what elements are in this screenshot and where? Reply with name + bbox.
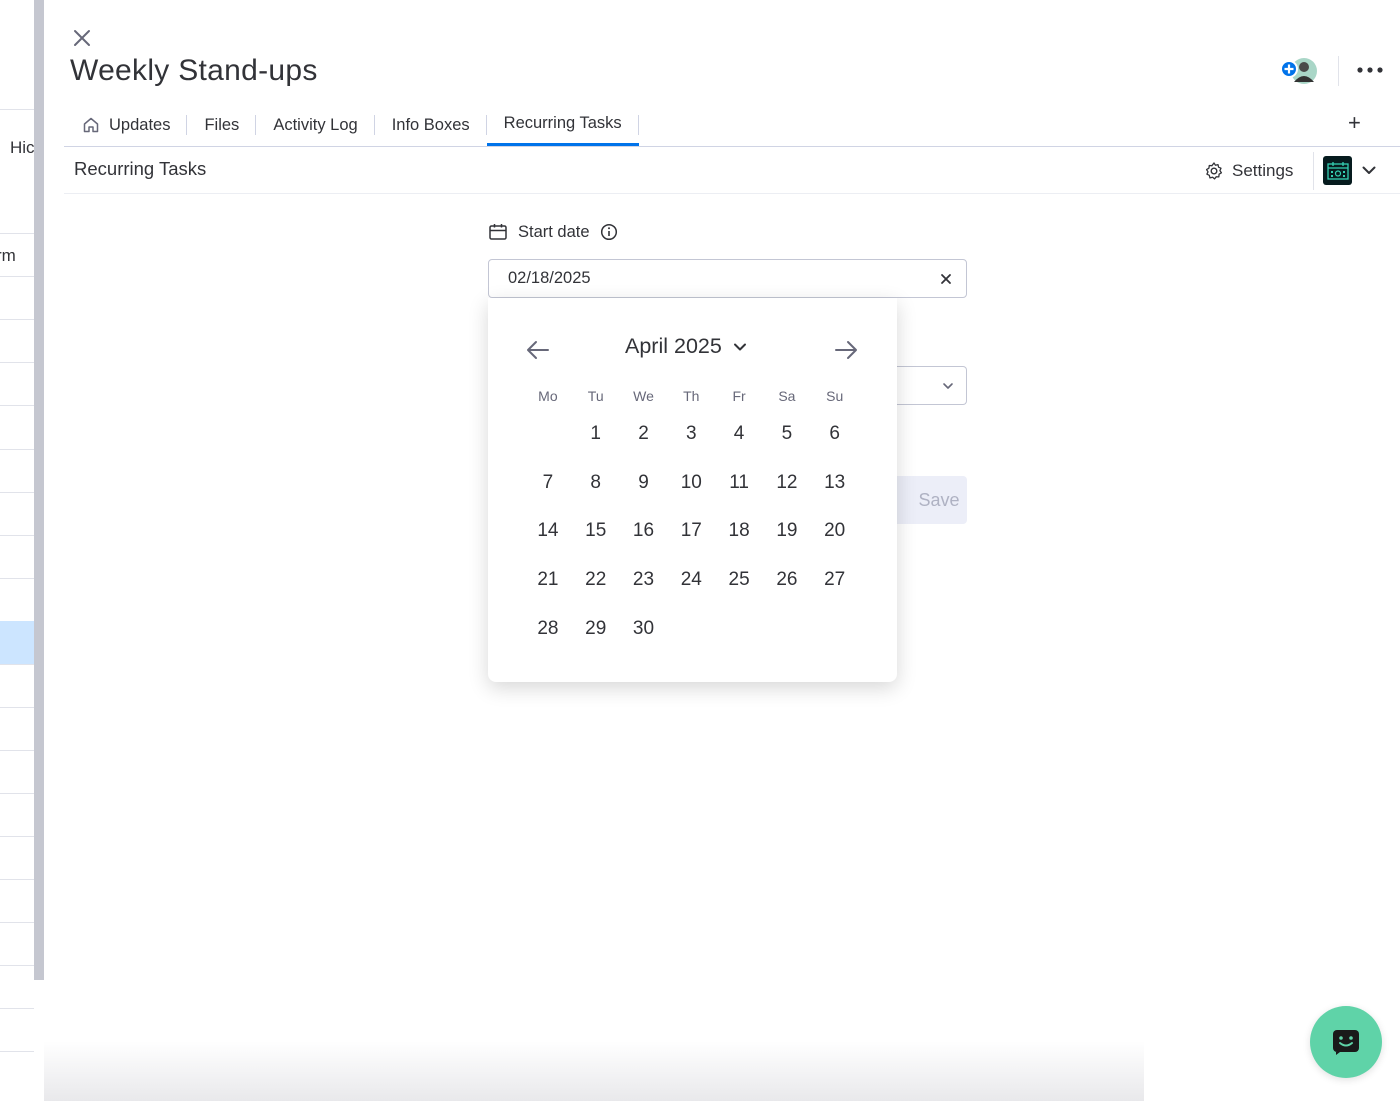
page-title: Weekly Stand-ups	[70, 54, 318, 87]
tab-bar: Updates Files Activity Log Info Boxes Re…	[70, 104, 639, 146]
calendar-day[interactable]: 14	[524, 507, 572, 556]
item-panel: Weekly Stand-ups Updates Files Activity …	[44, 0, 1400, 1101]
weekday-label: Th	[683, 388, 700, 404]
calendar-day[interactable]: 19	[763, 507, 811, 556]
smiley-chat-icon	[1331, 1028, 1361, 1056]
repeat-frequency-dropdown[interactable]	[897, 366, 967, 405]
tabs-divider	[64, 146, 1400, 147]
weekday-label: Sa	[778, 388, 796, 404]
start-date-text: Start date	[518, 222, 590, 241]
chat-assistant-button[interactable]	[1310, 1006, 1382, 1078]
tab-label: Recurring Tasks	[503, 114, 622, 132]
settings-label: Settings	[1232, 161, 1294, 180]
weekday-label: Fr	[732, 388, 746, 404]
calendar-day[interactable]: 28	[524, 604, 572, 653]
calendar-day[interactable]: 10	[667, 459, 715, 508]
section-divider	[64, 193, 1400, 194]
subscribers-avatars[interactable]	[1280, 56, 1320, 86]
clear-date-icon[interactable]	[938, 271, 954, 287]
start-date-label: Start date	[488, 222, 618, 242]
calendar-day[interactable]: 30	[620, 604, 668, 653]
calendar-day[interactable]: 18	[715, 507, 763, 556]
tab-activity-log[interactable]: Activity Log	[256, 104, 375, 146]
calendar-day[interactable]: 4	[715, 410, 763, 459]
gear-icon	[1204, 161, 1224, 181]
calendar-day[interactable]: 29	[572, 604, 620, 653]
calendar-day[interactable]: 5	[763, 410, 811, 459]
divider	[1313, 152, 1314, 190]
calendar-empty-cell	[524, 410, 572, 459]
calendar-day[interactable]: 7	[524, 459, 572, 508]
calendar-day[interactable]: 3	[667, 410, 715, 459]
month-selector[interactable]: April 2025	[625, 334, 748, 359]
next-month-arrow-icon[interactable]	[832, 336, 860, 364]
month-label: April 2025	[625, 334, 722, 358]
calendar-day[interactable]: 11	[715, 459, 763, 508]
weekday-header: Mo Tu We Th Fr Sa Su	[524, 388, 859, 404]
recurring-app-icon[interactable]	[1323, 156, 1352, 185]
background-board: Hic rm	[0, 0, 34, 1101]
section-title: Recurring Tasks	[74, 158, 207, 179]
chevron-down-icon	[943, 383, 953, 389]
tab-info-boxes[interactable]: Info Boxes	[375, 104, 487, 146]
calendar-day[interactable]: 20	[811, 507, 859, 556]
more-options-icon[interactable]	[1354, 60, 1386, 80]
background-selected-row	[0, 621, 34, 664]
background-text: Hic	[10, 138, 34, 157]
calendar-day[interactable]: 21	[524, 556, 572, 605]
info-icon[interactable]	[600, 223, 618, 241]
divider	[1338, 56, 1339, 86]
calendar-day[interactable]: 9	[620, 459, 668, 508]
calendar-day[interactable]: 27	[811, 556, 859, 605]
calendar-day[interactable]: 15	[572, 507, 620, 556]
start-date-input[interactable]: 02/18/2025	[488, 259, 967, 298]
calendar-day[interactable]: 2	[620, 410, 668, 459]
calendar-day[interactable]: 22	[572, 556, 620, 605]
date-picker-popup: April 2025 Mo Tu We Th Fr Sa Su 12345678…	[488, 298, 897, 682]
settings-button[interactable]: Settings	[1204, 156, 1293, 186]
calendar-day[interactable]: 17	[667, 507, 715, 556]
calendar-day[interactable]: 1	[572, 410, 620, 459]
start-date-value: 02/18/2025	[508, 269, 591, 287]
calendar-day[interactable]: 13	[811, 459, 859, 508]
calendar-day[interactable]: 16	[620, 507, 668, 556]
calendar-day[interactable]: 8	[572, 459, 620, 508]
calendar-day[interactable]: 23	[620, 556, 668, 605]
background-text: rm	[0, 246, 16, 265]
chevron-down-icon	[732, 339, 748, 355]
weekday-label: Mo	[538, 388, 558, 404]
panel-resize-handle[interactable]	[34, 0, 44, 980]
calendar-day[interactable]: 6	[811, 410, 859, 459]
panel-bottom-shadow	[44, 1041, 1144, 1101]
calendar-day[interactable]: 25	[715, 556, 763, 605]
tab-label: Files	[204, 115, 240, 134]
calendar-icon	[488, 222, 508, 242]
calendar-day[interactable]: 24	[667, 556, 715, 605]
calendar-day[interactable]: 12	[763, 459, 811, 508]
weekday-label: Su	[826, 388, 844, 404]
tab-label: Updates	[109, 115, 171, 134]
tab-label: Activity Log	[273, 115, 358, 134]
weekday-label: We	[633, 388, 654, 404]
close-icon[interactable]	[70, 26, 94, 50]
add-tab-button[interactable]: +	[1348, 110, 1361, 136]
tab-updates[interactable]: Updates	[70, 104, 188, 146]
tab-recurring-tasks[interactable]: Recurring Tasks	[486, 104, 639, 146]
chevron-down-icon[interactable]	[1360, 161, 1378, 179]
tab-label: Info Boxes	[391, 115, 470, 134]
previous-month-arrow-icon[interactable]	[524, 336, 552, 364]
weekday-label: Tu	[587, 388, 604, 404]
save-button[interactable]: Save	[897, 476, 967, 524]
calendar-day[interactable]: 26	[763, 556, 811, 605]
tab-files[interactable]: Files	[187, 104, 257, 146]
calendar-days-grid: 1 2 3 4 5 6 7 8 9 10 11 12 13 14 15 16 17 18 19 20 21 22 23 24 2…	[524, 410, 859, 653]
home-icon	[82, 116, 100, 134]
